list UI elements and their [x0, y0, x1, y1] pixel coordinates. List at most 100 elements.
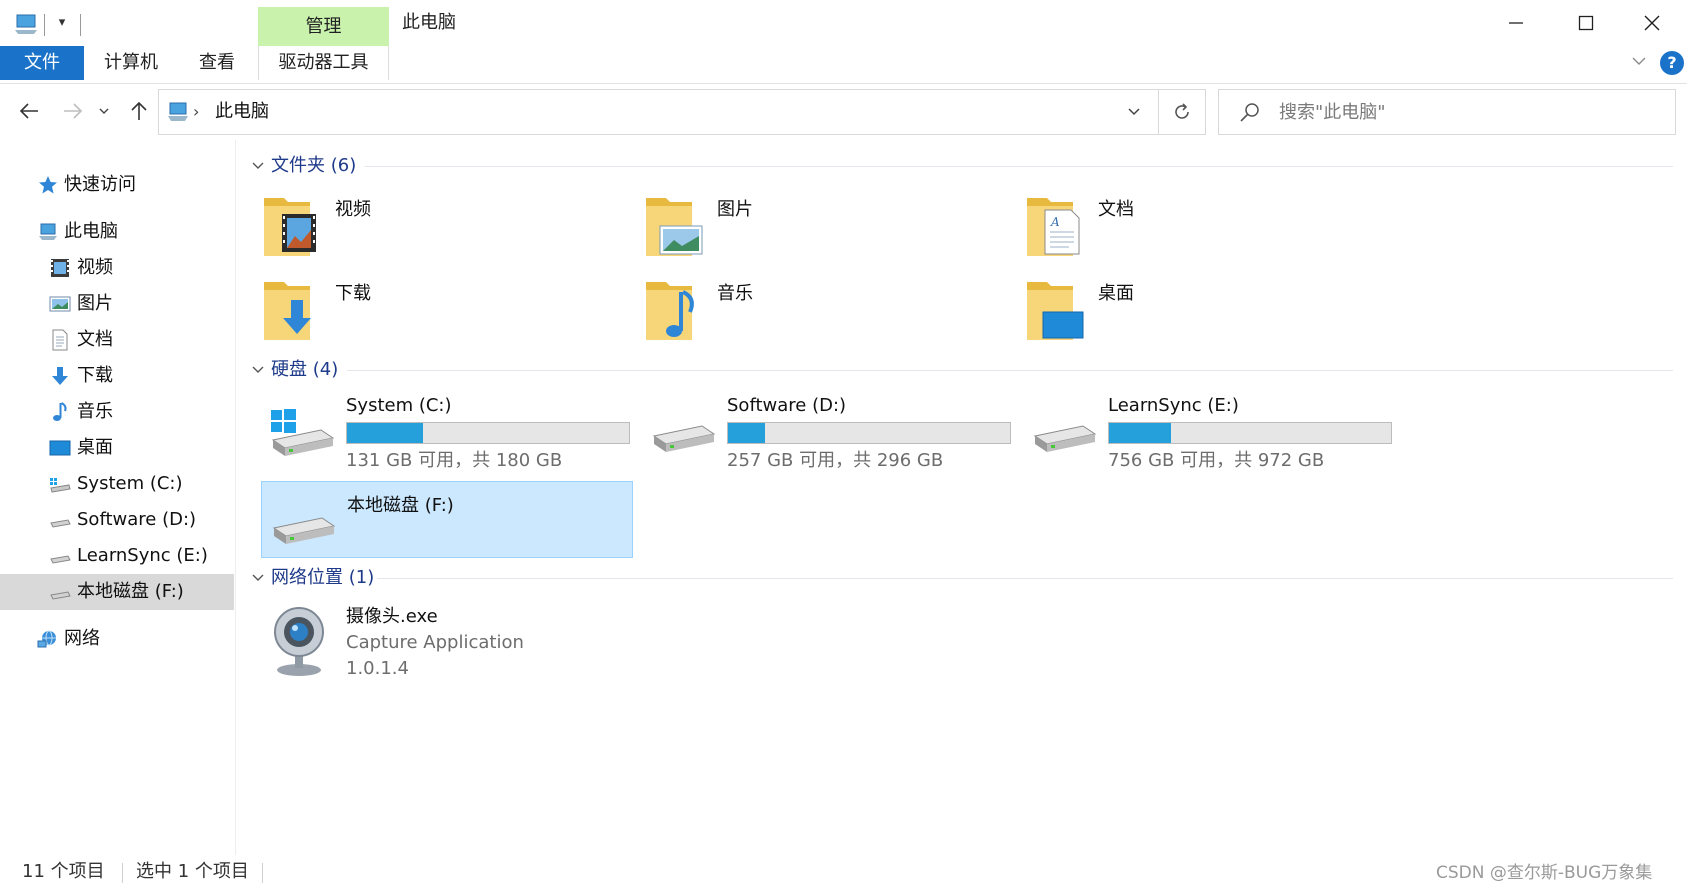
nav-item-desktop[interactable]: 桌面: [0, 430, 234, 466]
chevron-down-icon[interactable]: [1627, 52, 1651, 76]
group-header-network[interactable]: 网络位置 (1): [249, 564, 1673, 594]
network-item-webcam[interactable]: 摄像头.exe Capture Application 1.0.1.4: [261, 604, 661, 690]
nav-item-label: 快速访问: [64, 174, 136, 195]
address-bar[interactable]: › 此电脑: [158, 89, 1159, 135]
svg-text:A: A: [1050, 215, 1060, 229]
computer-icon[interactable]: [12, 10, 40, 38]
drive-capacity: 257 GB 可用，共 296 GB: [727, 450, 944, 471]
search-input[interactable]: 搜索"此电脑": [1279, 99, 1386, 127]
nav-item-label: 网络: [64, 628, 100, 649]
help-button[interactable]: ?: [1660, 51, 1684, 75]
network-icon: [37, 630, 56, 648]
maximize-button[interactable]: [1551, 0, 1621, 46]
drive-item-c[interactable]: System (C:) 131 GB 可用，共 180 GB: [261, 390, 633, 471]
group-divider: [347, 370, 1673, 371]
nav-item-label: 下载: [77, 365, 113, 386]
group-header-drives[interactable]: 硬盘 (4): [249, 356, 1673, 386]
nav-item-drive-f[interactable]: 本地磁盘 (F:): [0, 574, 234, 610]
nav-item-drive-d[interactable]: Software (D:): [0, 502, 234, 538]
chevron-down-icon: [252, 366, 264, 373]
nav-item-this-pc[interactable]: 此电脑: [0, 214, 234, 250]
download-icon: [52, 367, 68, 385]
item-count: 11 个项目: [22, 861, 105, 882]
group-divider: [377, 578, 1673, 579]
folder-label: 视频: [335, 199, 371, 220]
tab-view[interactable]: 查看: [184, 46, 250, 80]
group-divider: [365, 166, 1673, 167]
toolbar-separator: [44, 14, 45, 36]
group-header-folders[interactable]: 文件夹 (6): [249, 152, 1673, 182]
nav-item-music[interactable]: 音乐: [0, 394, 234, 430]
drive-icon: [652, 425, 716, 452]
close-button[interactable]: [1617, 0, 1687, 46]
nav-item-label: 桌面: [77, 437, 113, 458]
drive-usage-fill: [347, 423, 424, 443]
recent-locations-button[interactable]: [94, 96, 114, 126]
nav-item-label: System (C:): [77, 473, 183, 494]
nav-item-drive-e[interactable]: LearnSync (E:): [0, 538, 234, 574]
chevron-down-icon: [99, 108, 109, 114]
search-icon: [1240, 103, 1259, 122]
drive-item-d[interactable]: Software (D:) 257 GB 可用，共 296 GB: [642, 390, 1014, 471]
search-box[interactable]: 搜索"此电脑": [1218, 89, 1676, 135]
drive-icon: [50, 555, 71, 564]
breadcrumb-chevron-icon[interactable]: ›: [193, 100, 199, 124]
arrow-right-icon: [64, 103, 83, 119]
toolbar-separator: [80, 14, 81, 36]
nav-item-label: 此电脑: [64, 221, 118, 242]
minimize-icon: [1509, 22, 1523, 24]
drive-usage-fill: [1109, 423, 1172, 443]
computer-icon: [168, 102, 188, 121]
folder-pictures[interactable]: 图片: [634, 192, 994, 272]
folder-documents[interactable]: A 文档: [1015, 192, 1375, 272]
network-item-description: Capture Application: [346, 632, 524, 653]
nav-item-videos[interactable]: 视频: [0, 250, 234, 286]
desktop-folder-icon: [1027, 282, 1084, 340]
quick-access-dropdown-icon[interactable]: ▾: [54, 12, 70, 34]
selection-count: 选中 1 个项目: [136, 861, 249, 882]
group-header-label: 硬盘 (4): [271, 359, 339, 380]
folder-label: 音乐: [717, 283, 753, 304]
refresh-button[interactable]: [1159, 89, 1206, 135]
breadcrumb[interactable]: 此电脑: [215, 98, 269, 126]
tab-computer[interactable]: 计算机: [94, 46, 168, 80]
desktop-icon: [49, 440, 71, 456]
up-button[interactable]: [124, 96, 154, 126]
picture-folder-icon: [646, 198, 703, 256]
drive-item-e[interactable]: LearnSync (E:) 756 GB 可用，共 972 GB: [1023, 390, 1395, 471]
download-folder-icon: [264, 282, 311, 340]
folder-desktop[interactable]: 桌面: [1015, 276, 1375, 356]
drive-name: System (C:): [346, 395, 452, 416]
nav-item-documents[interactable]: 文档: [0, 322, 234, 358]
nav-item-network[interactable]: 网络: [0, 621, 234, 657]
window-title: 此电脑: [402, 12, 456, 33]
picture-icon: [49, 296, 71, 312]
address-history-dropdown[interactable]: [1122, 100, 1146, 124]
context-tab-manage[interactable]: 管理: [258, 7, 389, 47]
folder-music[interactable]: 音乐: [634, 276, 994, 356]
nav-item-downloads[interactable]: 下载: [0, 358, 234, 394]
tab-file[interactable]: 文件: [0, 46, 84, 80]
network-item-name: 摄像头.exe: [346, 606, 438, 627]
maximize-icon: [1578, 15, 1594, 31]
back-button[interactable]: [14, 96, 44, 126]
drive-capacity: 756 GB 可用，共 972 GB: [1108, 450, 1325, 471]
nav-item-label: 文档: [77, 329, 113, 350]
status-separator: [262, 863, 263, 883]
nav-item-pictures[interactable]: 图片: [0, 286, 234, 322]
status-separator: [122, 863, 123, 883]
file-explorer-window: ▾ 管理 此电脑 文件 计算机 查看 驱动器工具 ? › 此电脑 搜索"此电脑"…: [0, 0, 1687, 890]
folder-label: 图片: [717, 199, 753, 220]
chevron-down-icon: [1128, 108, 1140, 116]
minimize-button[interactable]: [1481, 0, 1551, 46]
drive-item-f[interactable]: 本地磁盘 (F:): [261, 481, 633, 558]
nav-item-quick-access[interactable]: 快速访问: [0, 167, 234, 203]
nav-item-drive-c[interactable]: System (C:): [0, 466, 234, 502]
nav-item-label: 本地磁盘 (F:): [77, 581, 184, 602]
folder-downloads[interactable]: 下载: [252, 276, 612, 356]
content-pane: 文件夹 (6) 视频 图片 A 文档 下载 音乐 桌面 硬盘 (4) Syste…: [237, 140, 1687, 855]
tab-drive-tools[interactable]: 驱动器工具: [258, 46, 389, 80]
forward-button[interactable]: [58, 96, 88, 126]
folder-videos[interactable]: 视频: [252, 192, 612, 272]
music-folder-icon: [646, 282, 694, 340]
